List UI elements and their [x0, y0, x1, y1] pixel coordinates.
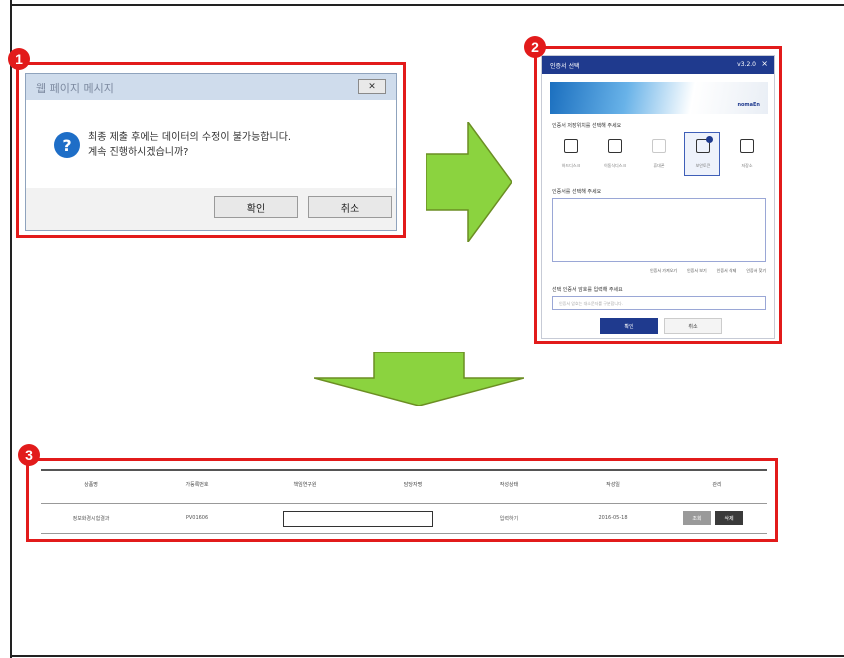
column-header-date: 작성일 — [606, 482, 620, 488]
arrow-right-icon — [426, 122, 512, 242]
cell-reg-no: PV01606 — [185, 515, 209, 521]
frame-border — [10, 655, 844, 657]
location-caption: 휴대폰 — [653, 163, 665, 168]
guide-page: 웹 페이지 메시지 ✕ ? 최종 제출 후에는 데이터의 수정이 불가능합니다.… — [0, 0, 844, 658]
dialog-title: 웹 페이지 메시지 — [26, 74, 396, 100]
delete-button[interactable]: 삭제 — [715, 511, 743, 525]
cert-options: 인증서 가져오기 인증서 보기 인증서 삭제 인증서 찾기 — [552, 268, 766, 274]
location-harddisk[interactable]: 하드디스크 — [552, 132, 588, 176]
usb-drive-icon — [608, 139, 622, 153]
certificate-dialog: 인증서 선택 v3.2.0 × nomaEn 인증서 저장위치를 선택해 주세요… — [541, 55, 775, 339]
cancel-button[interactable]: 취소 — [308, 196, 392, 218]
find-cert-link[interactable]: 인증서 찾기 — [746, 268, 766, 274]
monitor-icon — [564, 139, 578, 153]
column-header-manager: 담당자명 — [403, 482, 423, 488]
location-label: 인증서 저장위치를 선택해 주세요 — [552, 123, 622, 129]
message-line: 계속 진행하시겠습니까? — [88, 147, 189, 158]
researcher-input[interactable] — [283, 511, 433, 527]
copy-icon — [740, 139, 754, 153]
confirm-dialog: 웹 페이지 메시지 ✕ ? 최종 제출 후에는 데이터의 수정이 불가능합니다.… — [25, 73, 397, 231]
step3-highlight: 상품명 가등록번호 책임연구원 담당자명 작성상태 작성일 관리 정보화경시험결… — [26, 458, 778, 542]
certificate-list[interactable] — [552, 198, 766, 262]
step-badge-3: 3 — [18, 444, 40, 466]
location-phone[interactable]: 휴대폰 — [640, 132, 676, 176]
frame-border — [10, 4, 844, 6]
dialog-message: 최종 제출 후에는 데이터의 수정이 불가능합니다. 계속 진행하시겠습니까? — [88, 130, 291, 160]
view-cert-link[interactable]: 인증서 보기 — [687, 268, 707, 274]
brand-logo: nomaEn — [737, 102, 760, 108]
location-caption: 저장소 — [741, 163, 753, 168]
column-header-researcher: 책임연구원 — [293, 482, 317, 488]
cell-product: 정보화경시험결과 — [72, 516, 110, 522]
import-cert-link[interactable]: 인증서 가져오기 — [650, 268, 677, 274]
location-caption: 이동식디스크 — [603, 163, 627, 168]
close-button[interactable]: × — [761, 59, 768, 68]
location-removable[interactable]: 이동식디스크 — [596, 132, 632, 176]
password-input[interactable]: 인증서 암호는 대소문자를 구분합니다. — [552, 296, 766, 310]
ok-button[interactable]: 확인 — [214, 196, 298, 218]
version-label: v3.2.0 — [737, 61, 756, 68]
step2-highlight: 인증서 선택 v3.2.0 × nomaEn 인증서 저장위치를 선택해 주세요… — [534, 46, 782, 344]
table-rule — [41, 469, 767, 471]
dialog-body: ? 최종 제출 후에는 데이터의 수정이 불가능합니다. 계속 진행하시겠습니까… — [26, 100, 396, 188]
table-rule — [41, 533, 767, 534]
table-rule — [41, 503, 767, 504]
ok-button[interactable]: 확인 — [600, 318, 658, 334]
close-button[interactable]: ✕ — [358, 79, 386, 94]
column-header-status: 작성상태 — [499, 482, 519, 488]
column-header-product: 상품명 — [84, 482, 98, 488]
step-badge-2: 2 — [524, 36, 546, 58]
view-button[interactable]: 조회 — [683, 511, 711, 525]
arrow-down-icon — [314, 352, 524, 406]
password-label: 선택 인증서 암호를 입력해 주세요 — [552, 287, 623, 293]
selected-check-icon — [706, 136, 713, 143]
cancel-button[interactable]: 취소 — [664, 318, 722, 334]
phone-icon — [652, 139, 666, 153]
message-line: 최종 제출 후에는 데이터의 수정이 불가능합니다. — [88, 132, 292, 143]
location-store[interactable]: 저장소 — [728, 132, 764, 176]
step1-highlight: 웹 페이지 메시지 ✕ ? 최종 제출 후에는 데이터의 수정이 불가능합니다.… — [16, 62, 406, 238]
location-caption: 보안토큰 — [695, 163, 711, 168]
frame-border — [10, 0, 12, 658]
delete-cert-link[interactable]: 인증서 삭제 — [717, 268, 737, 274]
cell-date: 2016-05-18 — [598, 515, 628, 521]
question-icon: ? — [54, 132, 80, 158]
storage-location-list: 하드디스크 이동식디스크 휴대폰 보안토큰 저장소 — [552, 132, 766, 176]
dialog-banner: nomaEn — [550, 82, 768, 114]
cell-status-link[interactable]: 입력하기 — [500, 515, 518, 522]
location-security-token[interactable]: 보안토큰 — [684, 132, 720, 176]
column-header-manage: 관리 — [712, 482, 722, 488]
step-badge-1: 1 — [8, 48, 30, 70]
location-caption: 하드디스크 — [561, 163, 581, 168]
cert-list-label: 인증서를 선택해 주세요 — [552, 189, 602, 195]
column-header-reg-no: 가등록번호 — [185, 482, 209, 488]
